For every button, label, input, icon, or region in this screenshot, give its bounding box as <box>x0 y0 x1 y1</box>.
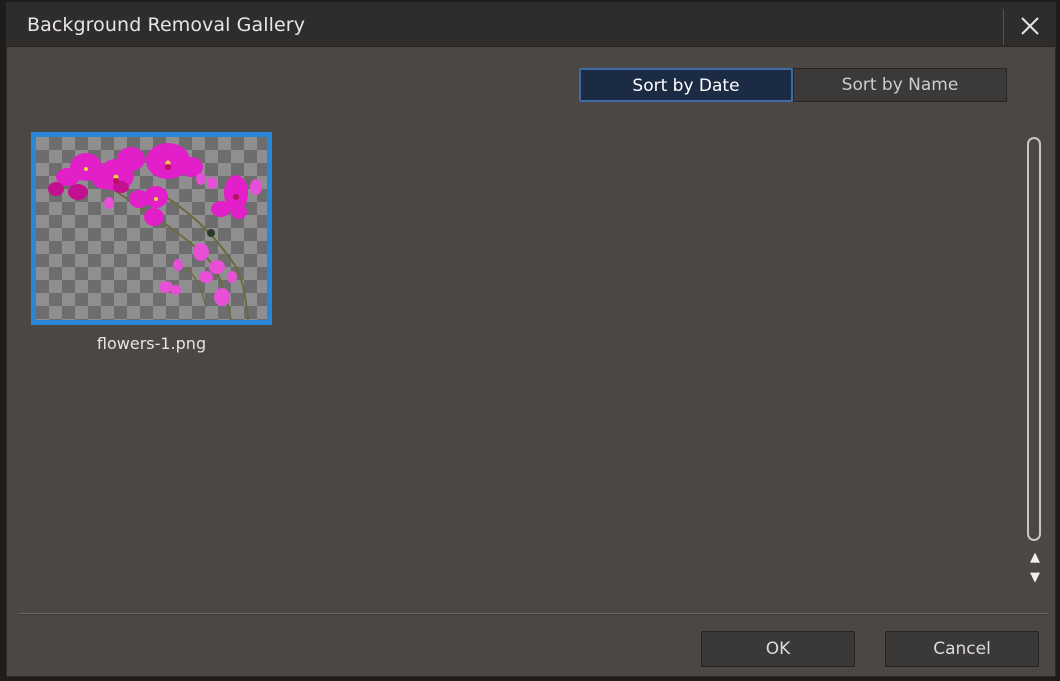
ok-button[interactable]: OK <box>701 631 855 667</box>
sort-by-date-button[interactable]: Sort by Date <box>579 68 793 102</box>
cancel-button[interactable]: Cancel <box>885 631 1039 667</box>
close-button[interactable] <box>1015 11 1045 41</box>
sort-toggle-group: Sort by Date Sort by Name <box>579 68 1007 102</box>
thumbnail-filename: flowers-1.png <box>96 334 207 353</box>
title-bar-divider <box>1003 9 1004 45</box>
thumbnail <box>31 132 272 325</box>
orchid-image <box>48 143 262 320</box>
arrow-down-icon[interactable]: ▼ <box>1028 571 1042 585</box>
gallery-item[interactable]: flowers-1.png <box>31 132 272 362</box>
footer-divider <box>19 613 1047 615</box>
title-bar: Background Removal Gallery <box>7 3 1055 47</box>
sort-by-name-button[interactable]: Sort by Name <box>793 68 1007 102</box>
arrow-up-icon[interactable]: ▲ <box>1028 551 1042 565</box>
close-icon <box>1021 17 1039 35</box>
dialog-title: Background Removal Gallery <box>27 14 306 36</box>
gallery-dialog: Background Removal Gallery Sort by Date … <box>6 2 1056 677</box>
scrollbar-track[interactable] <box>1027 137 1041 541</box>
